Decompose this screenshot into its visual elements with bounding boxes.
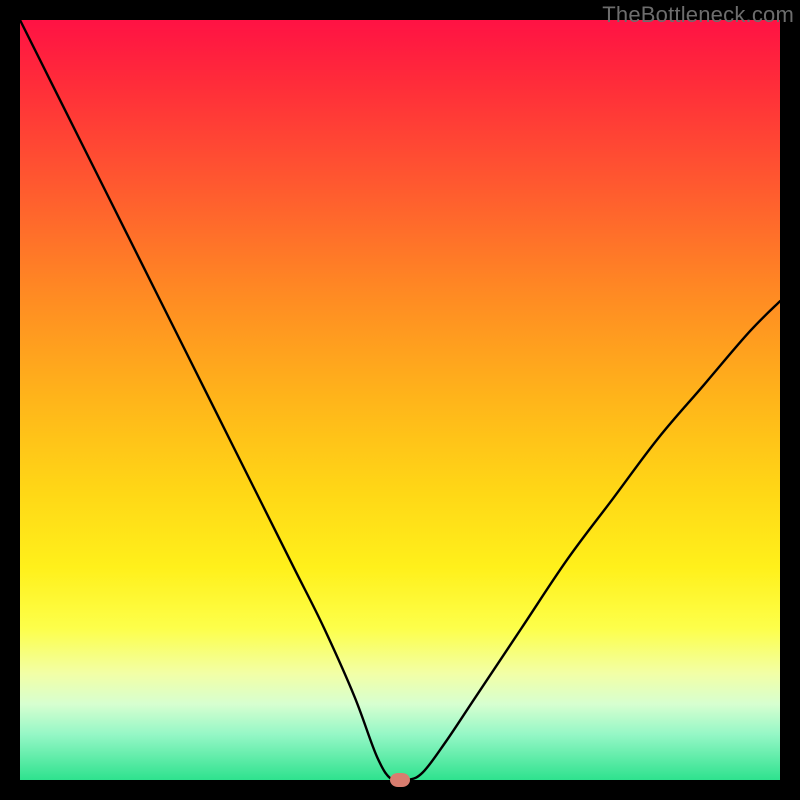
plot-area (20, 20, 780, 780)
bottleneck-curve (20, 20, 780, 780)
watermark-text: TheBottleneck.com (602, 2, 794, 28)
optimal-point-marker (390, 773, 410, 787)
chart-stage: TheBottleneck.com (0, 0, 800, 800)
